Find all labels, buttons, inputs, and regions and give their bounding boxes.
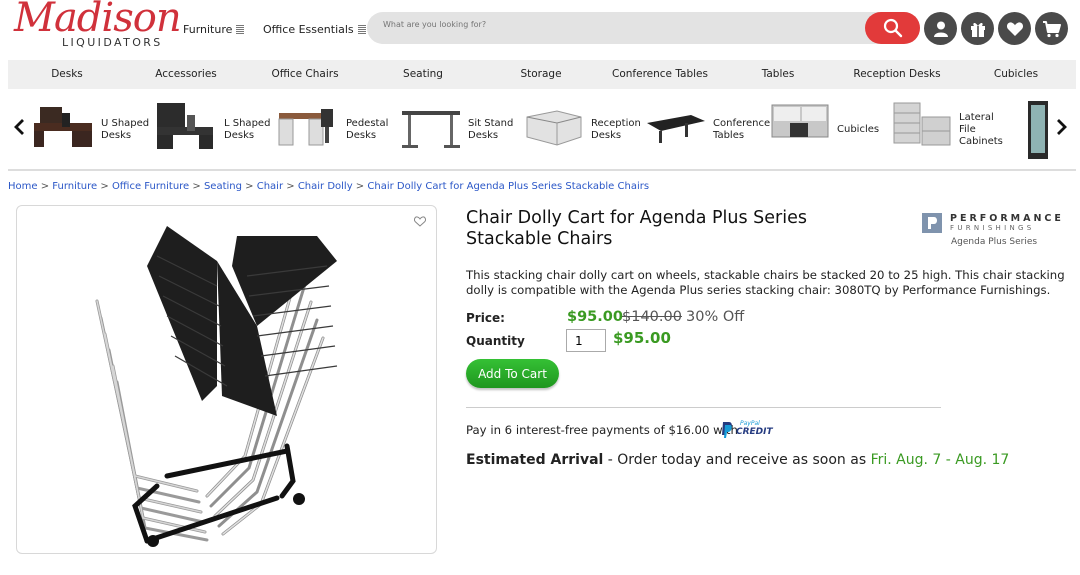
menu-office-essentials-label: Office Essentials	[263, 23, 354, 36]
wishlist-button[interactable]	[998, 12, 1031, 45]
search-icon	[883, 18, 902, 38]
cart-button[interactable]	[1035, 12, 1068, 45]
estimated-arrival: Estimated Arrival - Order today and rece…	[466, 452, 1009, 468]
paypal-icon	[722, 422, 732, 438]
search-input[interactable]	[383, 20, 843, 29]
account-button[interactable]	[924, 12, 957, 45]
carousel-label: Sit Stand Desks	[468, 118, 514, 141]
brand-series: Agenda Plus Series	[951, 237, 1038, 247]
menu-icon	[236, 24, 245, 35]
breadcrumb-current[interactable]: Chair Dolly Cart for Agenda Plus Series …	[367, 181, 649, 192]
nav-tables[interactable]: Tables	[762, 68, 795, 80]
breadcrumb-home[interactable]: Home	[8, 181, 38, 192]
gift-button[interactable]	[961, 12, 994, 45]
carousel-label: Cubicles	[837, 124, 880, 135]
l-shaped-desk-image	[157, 103, 213, 149]
sale-price: $95.00	[567, 309, 623, 325]
line-total: $95.00	[613, 329, 671, 347]
logo-script: Madison	[14, 0, 182, 41]
price-label: Price:	[466, 311, 505, 325]
chevron-left-icon	[14, 119, 24, 135]
nav-office-chairs[interactable]: Office Chairs	[271, 68, 338, 80]
sit-stand-desk-image	[402, 111, 460, 148]
product-image	[95, 226, 338, 547]
nav-storage[interactable]: Storage	[520, 68, 561, 80]
carousel-item-reception-desks[interactable]: Reception Desks	[523, 97, 641, 161]
u-shaped-desk-image	[34, 107, 92, 147]
carousel-label: Pedestal Desks	[346, 118, 389, 141]
carousel-item-pedestal-desks[interactable]: Pedestal Desks	[277, 97, 395, 161]
section-divider	[466, 407, 941, 408]
chevron-right-icon	[1057, 119, 1067, 135]
menu-office-essentials[interactable]: Office Essentials	[263, 23, 366, 36]
partial-cabinet-image	[1028, 101, 1048, 159]
carousel-item-cubicles[interactable]: Cubicles	[770, 97, 888, 161]
favorite-heart-icon[interactable]	[414, 216, 426, 227]
reception-desk-image	[526, 110, 582, 146]
discount-badge: 30% Off	[686, 309, 745, 325]
product-title: Chair Dolly Cart for Agenda Plus Series …	[466, 208, 808, 249]
menu-furniture-label: Furniture	[183, 23, 233, 36]
site-logo[interactable]: Madison LIQUIDATORS	[14, 0, 182, 50]
breadcrumb-furniture[interactable]: Furniture	[52, 181, 97, 192]
nav-conference-tables[interactable]: Conference Tables	[612, 68, 708, 80]
carousel-item-conference-tables[interactable]: Conference Tables	[645, 97, 770, 161]
paypal-financing-text: Pay in 6 interest-free payments of $16.0…	[466, 423, 738, 437]
nav-desks[interactable]: Desks	[51, 68, 83, 80]
brand-logo[interactable]: PERFORMANCE FURNISHINGS Agenda Plus Seri…	[920, 211, 1064, 251]
breadcrumb-chair-dolly[interactable]: Chair Dolly	[298, 181, 353, 192]
carousel-prev-button[interactable]	[13, 117, 25, 142]
carousel-label: L Shaped Desks	[224, 118, 271, 141]
heart-icon	[1006, 21, 1023, 36]
nav-seating[interactable]: Seating	[403, 68, 443, 80]
quantity-label: Quantity	[466, 334, 525, 348]
breadcrumb-seating[interactable]: Seating	[204, 181, 242, 192]
cubicle-image	[771, 104, 829, 138]
search-bar	[367, 12, 920, 44]
paypal-credit-logo[interactable]: PayPal CREDIT	[720, 419, 773, 441]
cart-icon	[1043, 20, 1061, 37]
arrival-label: Estimated Arrival	[466, 452, 604, 468]
original-price: $140.00	[622, 309, 682, 325]
search-button[interactable]	[865, 12, 920, 44]
carousel-item-u-shaped-desks[interactable]: U Shaped Desks	[32, 97, 150, 161]
category-nav: Desks Accessories Office Chairs Seating …	[8, 60, 1076, 89]
breadcrumb-chair[interactable]: Chair	[257, 181, 283, 192]
product-image-card[interactable]	[16, 205, 437, 554]
paypal-brand-bottom: CREDIT	[736, 427, 773, 437]
carousel-label: Reception Desks	[591, 118, 641, 141]
breadcrumb: Home > Furniture > Office Furniture > Se…	[8, 181, 650, 192]
gift-icon	[970, 22, 985, 37]
carousel-label: Lateral File Cabinets	[959, 112, 1003, 147]
menu-icon	[357, 24, 366, 35]
brand-name-line2: FURNISHINGS	[950, 224, 1035, 232]
logo-subtitle: LIQUIDATORS	[62, 36, 163, 49]
quantity-input[interactable]	[566, 329, 606, 352]
product-description: This stacking chair dolly cart on wheels…	[466, 268, 1065, 297]
paypal-brand-top: PayPal	[740, 420, 760, 427]
pedestal-desk-image	[278, 109, 333, 146]
breadcrumb-office-furniture[interactable]: Office Furniture	[112, 181, 189, 192]
nav-cubicles[interactable]: Cubicles	[994, 68, 1038, 80]
nav-accessories[interactable]: Accessories	[155, 68, 217, 80]
carousel-item-sit-stand-desks[interactable]: Sit Stand Desks	[400, 97, 518, 161]
carousel-next-button[interactable]	[1056, 117, 1068, 142]
carousel-label: Conference Tables	[713, 118, 771, 141]
user-icon	[933, 21, 948, 37]
carousel-item-l-shaped-desks[interactable]: L Shaped Desks	[155, 97, 273, 161]
divider	[8, 169, 1076, 171]
category-carousel: U Shaped Desks L Shaped Desks Pedestal D…	[0, 97, 1080, 163]
add-to-cart-button[interactable]: Add To Cart	[466, 359, 559, 388]
brand-mark-icon	[922, 213, 942, 233]
carousel-item-lateral-file-cabinets[interactable]: Lateral File Cabinets	[892, 97, 1010, 161]
lateral-file-cabinet-image	[893, 102, 951, 146]
conference-table-image	[647, 115, 705, 143]
brand-name-line1: PERFORMANCE	[950, 213, 1064, 224]
nav-reception-desks[interactable]: Reception Desks	[853, 68, 940, 80]
menu-furniture[interactable]: Furniture	[183, 23, 245, 36]
arrival-text: - Order today and receive as soon as	[603, 452, 871, 468]
carousel-label: U Shaped Desks	[101, 118, 150, 141]
arrival-dates: Fri. Aug. 7 - Aug. 17	[870, 452, 1010, 468]
